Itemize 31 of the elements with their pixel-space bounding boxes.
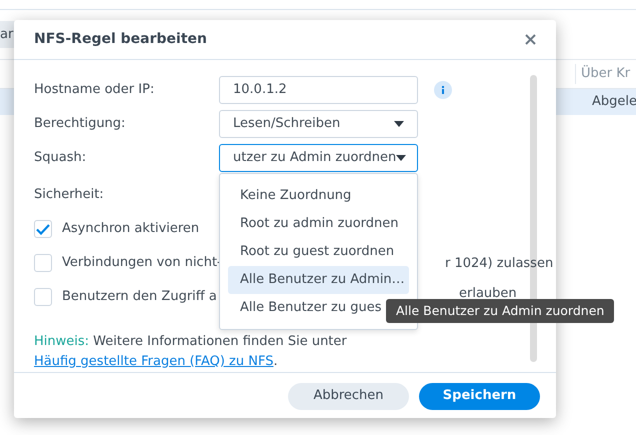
checkbox[interactable] bbox=[34, 288, 52, 306]
faq-link[interactable]: Häufig gestellte Fragen (FAQ) zu NFS bbox=[34, 354, 274, 369]
info-icon[interactable] bbox=[434, 81, 452, 99]
input-field[interactable]: 10.0.1.2 bbox=[219, 76, 418, 104]
caret-icon bbox=[394, 121, 404, 127]
checkbox-label[interactable]: Verbindungen von nicht- bbox=[62, 253, 222, 273]
dropdown-option[interactable]: Keine Zuordnung bbox=[228, 182, 409, 210]
checkmark-icon bbox=[36, 224, 50, 234]
section-label: Sicherheit: bbox=[34, 186, 104, 204]
save-button[interactable]: Speichern bbox=[419, 382, 540, 410]
cancel-button[interactable]: Abbrechen bbox=[288, 382, 409, 410]
dropdown-field[interactable]: utzer zu Admin zuordnen bbox=[219, 144, 418, 172]
dialog-title: NFS-Regel bearbeiten bbox=[34, 30, 207, 49]
hint-text: Hinweis: Weitere Informationen finden Sie unter Häufig gestellte Fragen (FAQ) zu NFS. bbox=[34, 333, 348, 371]
table-cell-text: Abgele bbox=[592, 93, 636, 112]
checkbox-label[interactable]: r 1024) zulassen bbox=[445, 254, 554, 274]
field-label: Berechtigung: bbox=[34, 115, 126, 134]
field-label: Hostname oder IP: bbox=[34, 81, 156, 100]
close-icon[interactable] bbox=[525, 34, 536, 45]
dropdown-option[interactable]: Root zu admin zuordnen bbox=[228, 210, 409, 238]
checkbox-label[interactable]: Benutzern den Zugriff a bbox=[62, 287, 217, 307]
checkbox[interactable] bbox=[34, 220, 52, 238]
dropdown-field[interactable]: Lesen/Schreiben bbox=[219, 110, 418, 138]
checkbox-label[interactable]: Asynchron aktivieren bbox=[62, 219, 200, 239]
checkbox[interactable] bbox=[34, 254, 52, 272]
tooltip: Alle Benutzer zu Admin zuordnen bbox=[386, 299, 614, 323]
field-label: Squash: bbox=[34, 149, 88, 168]
caret-icon bbox=[396, 155, 406, 161]
dropdown-option[interactable]: Alle Benutzer zu Admin… bbox=[228, 266, 409, 294]
toolbar-button[interactable]: ar bbox=[0, 20, 16, 48]
dropdown-option[interactable]: Root zu guest zuordnen bbox=[228, 238, 409, 266]
